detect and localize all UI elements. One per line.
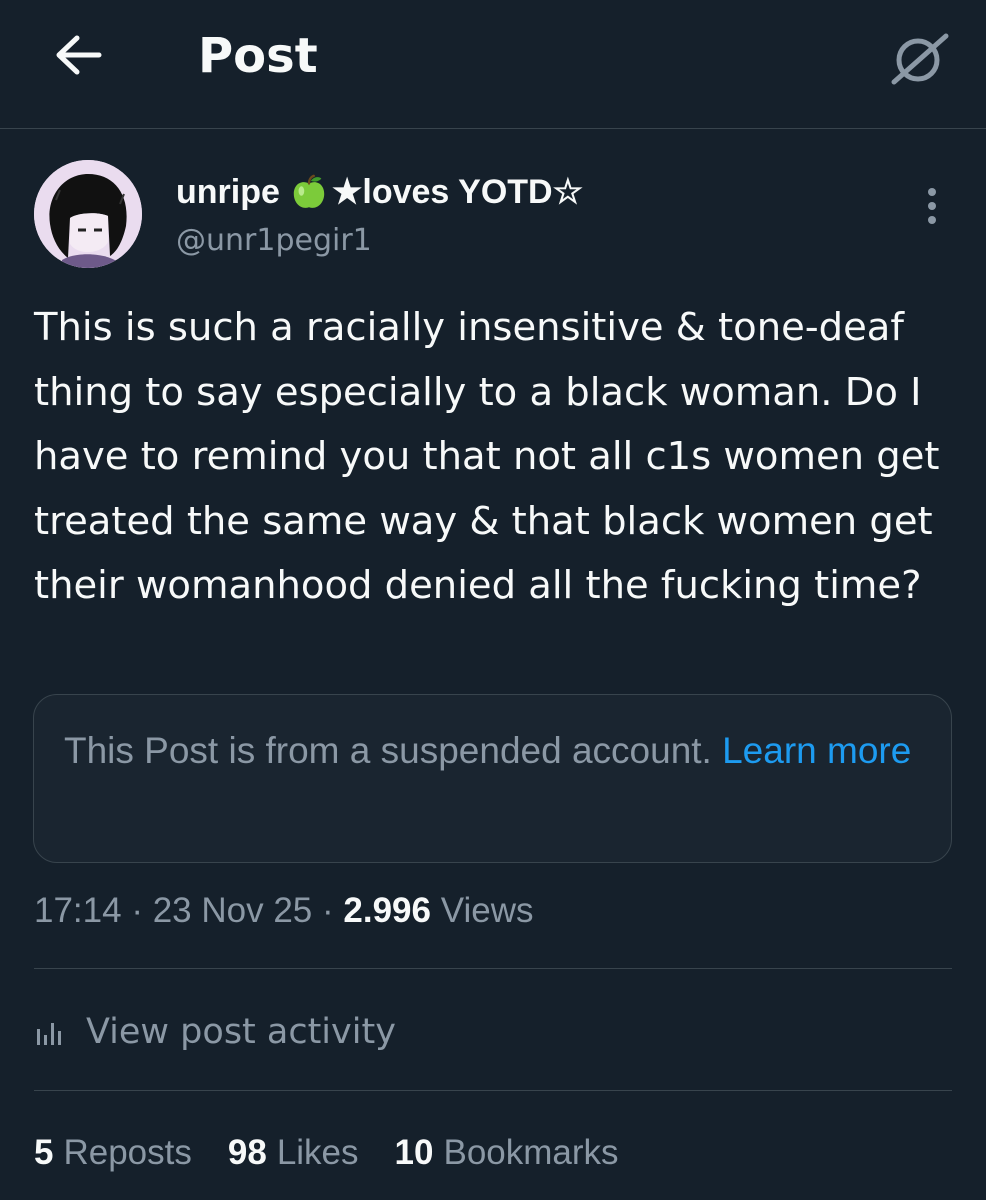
stat-label: Reposts (63, 1133, 192, 1172)
views-count: 2.996 (343, 891, 431, 930)
stat-count: 98 (227, 1133, 267, 1172)
bookmarks-stat[interactable]: 10 Bookmarks (395, 1128, 619, 1178)
post-meta: 17:14 · 23 Nov 25 · 2.996 Views (34, 886, 533, 936)
display-name-prefix: unripe (176, 173, 280, 211)
post-date[interactable]: 23 Nov 25 (153, 891, 313, 930)
user-handle[interactable]: @unr1pegir1 (176, 220, 372, 262)
display-name-suffix: ★loves YOTD☆ (331, 173, 584, 211)
dot (928, 216, 936, 224)
post-stats: 5 Reposts 98 Likes 10 Bookmarks (34, 1128, 655, 1178)
dot (928, 202, 936, 210)
meta-separator: · (322, 891, 334, 930)
analytics-icon (37, 1023, 61, 1045)
top-bar: Post (0, 0, 986, 129)
activity-label: View post activity (86, 1012, 396, 1052)
stat-label: Likes (276, 1133, 359, 1172)
likes-stat[interactable]: 98 Likes (228, 1128, 359, 1178)
avatar-illustration (34, 160, 142, 268)
views-label: Views (440, 891, 534, 930)
learn-more-link[interactable]: Learn more (722, 730, 911, 771)
grok-button[interactable] (884, 28, 954, 88)
meta-separator: · (131, 891, 143, 930)
post-text: This is such a racially insensitive & to… (34, 305, 940, 608)
view-post-activity-button[interactable]: View post activity (34, 1004, 396, 1060)
dot (928, 188, 936, 196)
stat-count: 5 (34, 1133, 54, 1172)
stat-label: Bookmarks (443, 1133, 619, 1172)
suspended-notice-text: This Post is from a suspended account. L… (64, 723, 921, 779)
reposts-stat[interactable]: 5 Reposts (34, 1128, 192, 1178)
page-title: Post (198, 28, 318, 84)
suspended-message: This Post is from a suspended account. (64, 730, 723, 771)
avatar[interactable] (34, 160, 142, 268)
arrow-left-icon (56, 35, 102, 75)
green-apple-icon (293, 174, 325, 208)
back-button[interactable] (50, 30, 106, 80)
post-time[interactable]: 17:14 (34, 891, 122, 930)
grok-icon (891, 33, 949, 85)
divider (34, 968, 952, 969)
divider (34, 1090, 952, 1091)
suspended-notice: This Post is from a suspended account. L… (33, 694, 952, 863)
display-name[interactable]: unripe ★loves YOTD☆ (176, 170, 583, 214)
more-options-button[interactable] (912, 184, 952, 228)
stat-count: 10 (394, 1133, 434, 1172)
